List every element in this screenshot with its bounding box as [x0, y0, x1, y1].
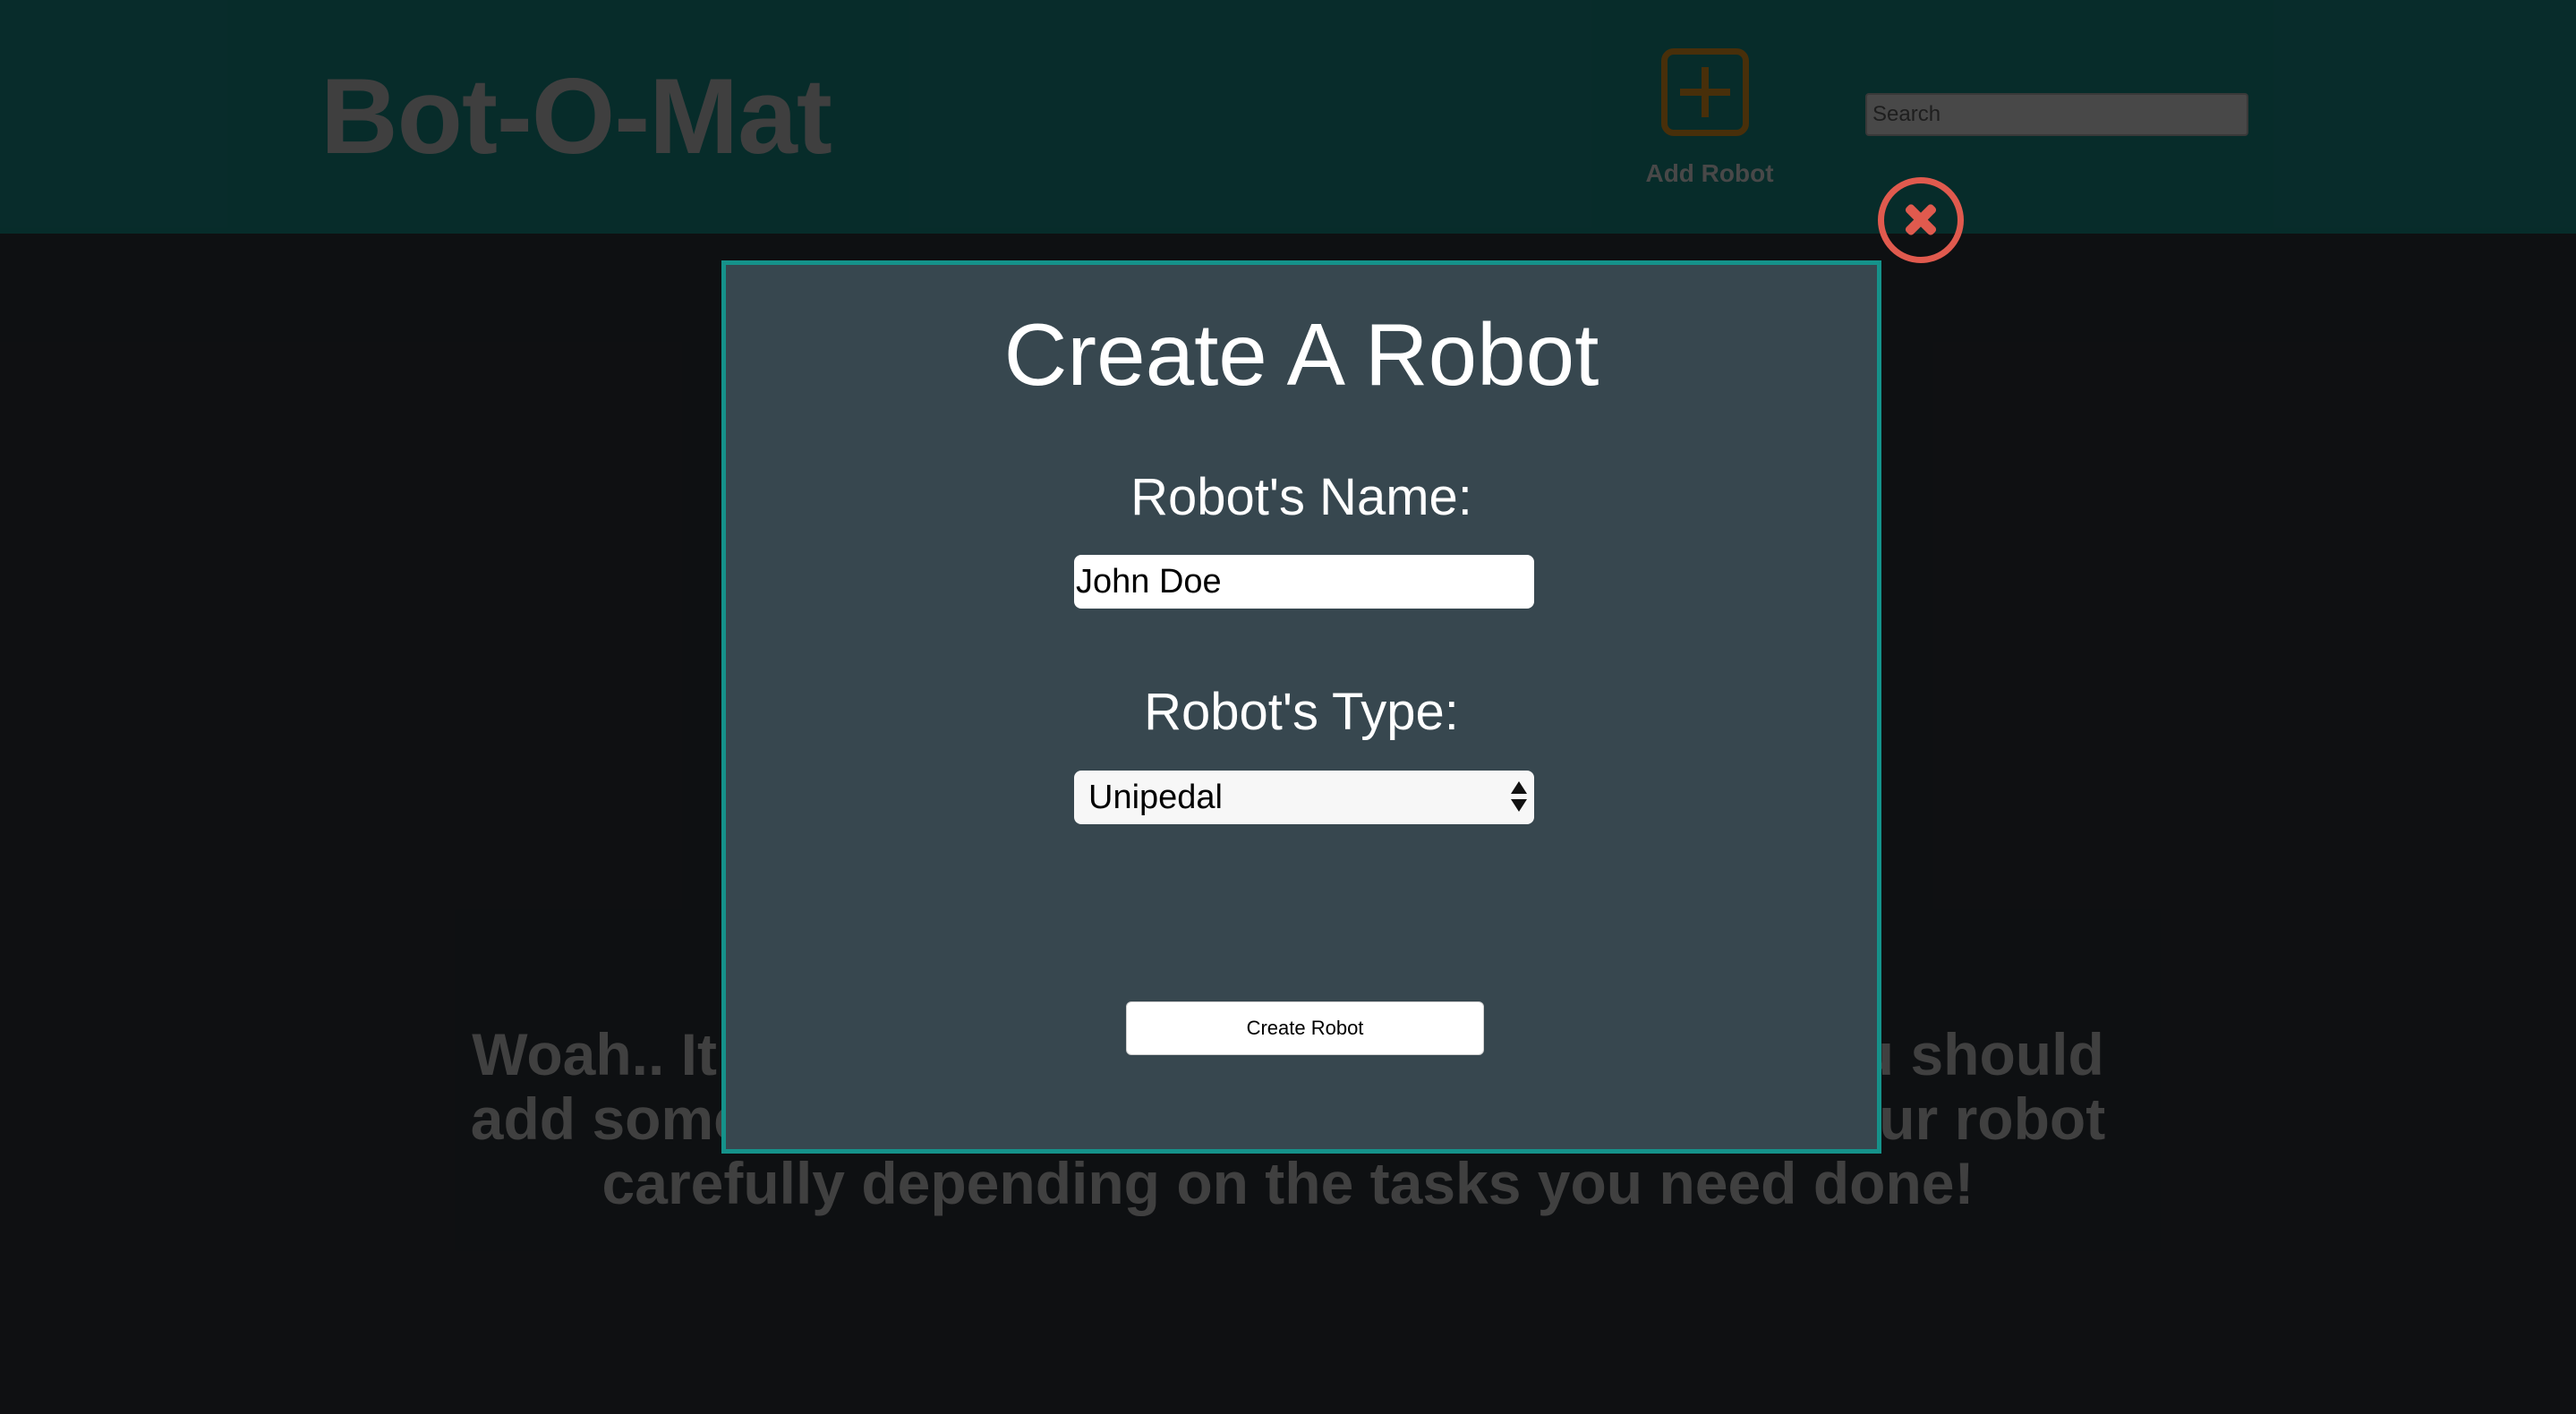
robot-type-selected-value: Unipedal: [1088, 779, 1223, 816]
create-robot-button[interactable]: Create Robot: [1126, 1001, 1484, 1055]
create-robot-modal: Create A Robot Robot's Name: Robot's Typ…: [721, 260, 1881, 1154]
robot-name-input[interactable]: [1074, 555, 1534, 609]
modal-title: Create A Robot: [1003, 305, 1599, 404]
robot-type-label: Robot's Type:: [1144, 683, 1459, 741]
close-icon[interactable]: [1878, 177, 1964, 263]
app-page: Bot-O-Mat Add Robot Woah.. It looks like…: [0, 0, 2576, 1414]
robot-type-select[interactable]: Unipedal: [1074, 771, 1534, 824]
robot-name-label: Robot's Name:: [1130, 468, 1472, 526]
select-arrows-icon: [1509, 779, 1529, 815]
